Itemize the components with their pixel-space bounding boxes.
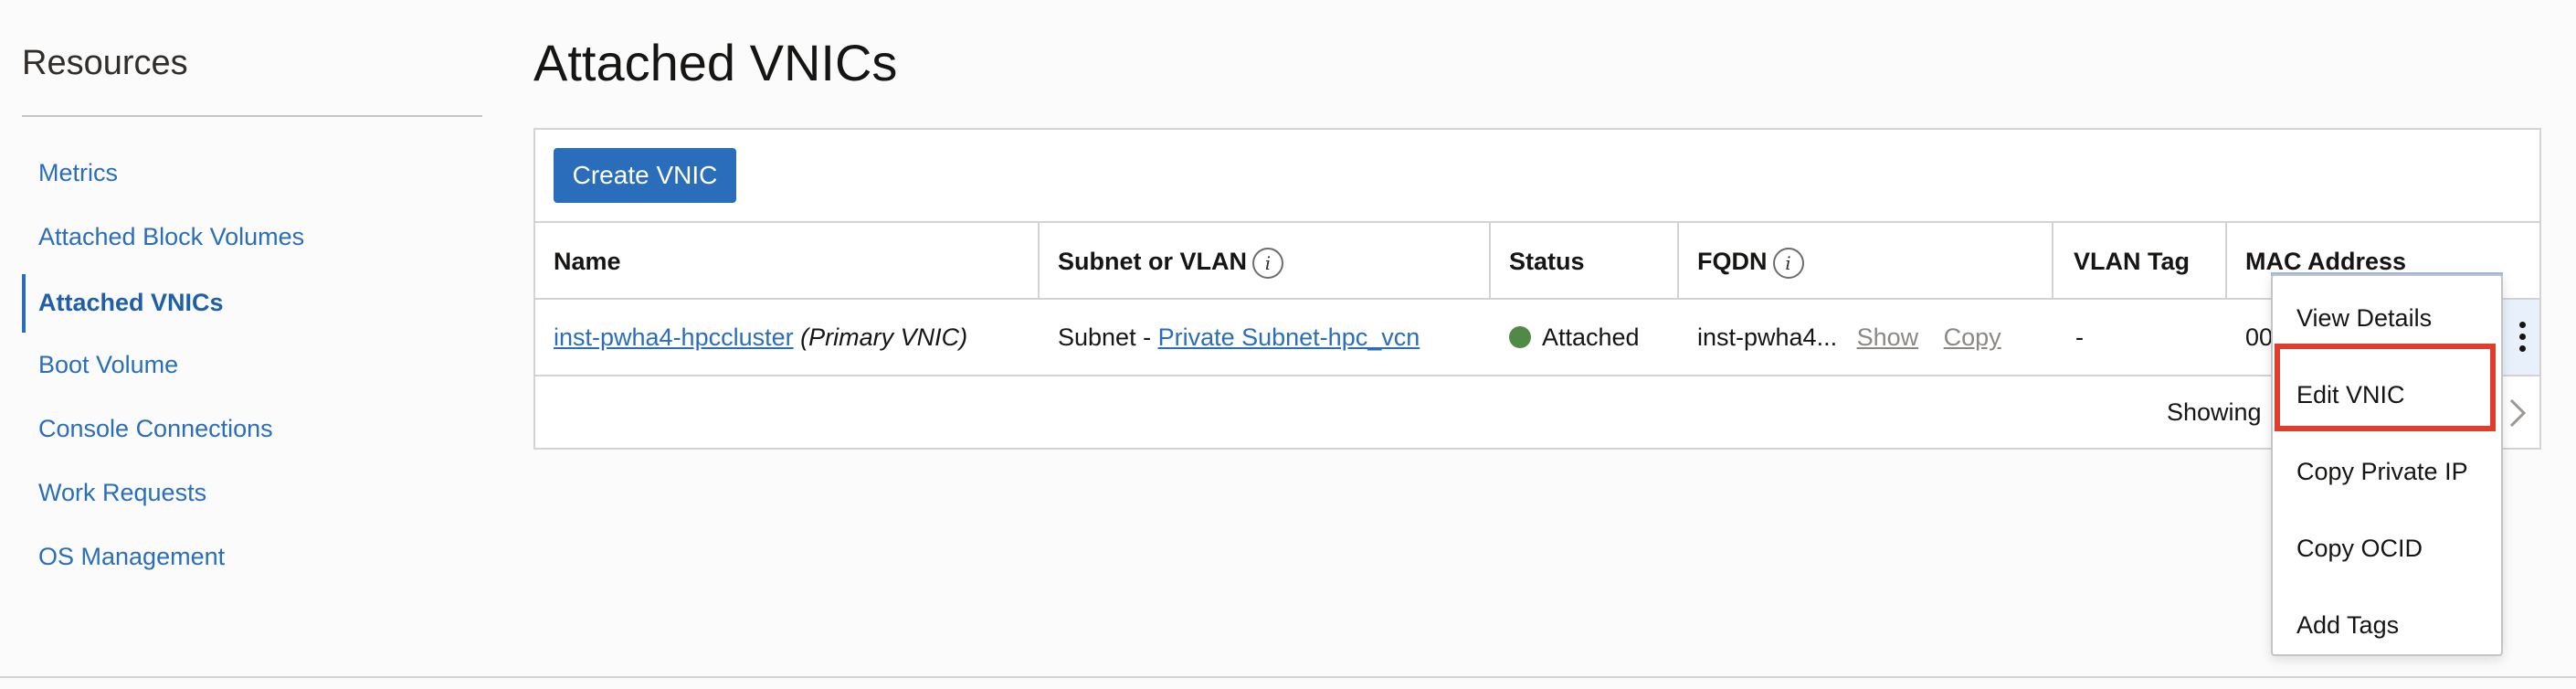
resources-sidebar: Resources Metrics Attached Block Volumes… xyxy=(22,0,482,676)
menu-item-copy-private-ip[interactable]: Copy Private IP xyxy=(2273,433,2501,510)
bottom-divider xyxy=(0,676,2576,678)
vnic-table-panel: Create VNIC Name Subnet or VLAN i Status … xyxy=(533,128,2541,450)
column-divider xyxy=(1677,223,1679,300)
menu-item-view-details[interactable]: View Details xyxy=(2273,280,2501,356)
row-actions-menu: View Details Edit VNIC Copy Private IP C… xyxy=(2271,274,2503,656)
cell-fqdn: inst-pwha4... Show Copy xyxy=(1697,300,2001,375)
active-indicator xyxy=(22,274,26,333)
fqdn-value: inst-pwha4... xyxy=(1697,323,1838,351)
sidebar-item-console-connections[interactable]: Console Connections xyxy=(38,415,273,443)
cell-subnet: Subnet - Private Subnet-hpc_vcn xyxy=(1058,300,1420,375)
menu-item-copy-ocid[interactable]: Copy OCID xyxy=(2273,510,2501,587)
fqdn-copy-link[interactable]: Copy xyxy=(1944,323,2001,351)
resources-title: Resources xyxy=(22,44,188,82)
vnic-name-link[interactable]: inst-pwha4-hpccluster xyxy=(554,323,794,351)
table-header: Name Subnet or VLAN i Status FQDN i VLAN T… xyxy=(535,221,2539,300)
divider xyxy=(22,115,482,117)
sidebar-item-os-management[interactable]: OS Management xyxy=(38,543,225,571)
sidebar-item-attached-block-volumes[interactable]: Attached Block Volumes xyxy=(38,223,304,251)
primary-vnic-label: (Primary VNIC) xyxy=(800,323,968,351)
column-divider xyxy=(1038,223,1040,300)
pagination-text: Showing xyxy=(2167,398,2262,426)
column-fqdn-label: FQDN xyxy=(1697,248,1768,275)
fqdn-show-link[interactable]: Show xyxy=(1857,323,1919,351)
sidebar-item-attached-vnics[interactable]: Attached VNICs xyxy=(38,289,224,317)
cell-status: Attached xyxy=(1509,300,1640,375)
column-subnet-label: Subnet or VLAN xyxy=(1058,248,1247,275)
column-vlan-tag-label: VLAN Tag xyxy=(2074,248,2190,275)
status-text: Attached xyxy=(1542,323,1640,351)
column-header-name: Name xyxy=(554,223,621,300)
column-divider xyxy=(2052,223,2053,300)
sidebar-item-boot-volume[interactable]: Boot Volume xyxy=(38,351,178,379)
column-status-label: Status xyxy=(1509,248,1585,275)
column-header-subnet: Subnet or VLAN i xyxy=(1058,223,1283,300)
chevron-right-icon[interactable] xyxy=(2508,398,2527,428)
sidebar-item-metrics[interactable]: Metrics xyxy=(38,159,118,187)
page-title: Attached VNICs xyxy=(533,34,898,91)
column-header-fqdn: FQDN i xyxy=(1697,223,1804,300)
cell-vlan-tag: - xyxy=(2075,323,2084,351)
menu-item-add-tags[interactable]: Add Tags xyxy=(2273,587,2501,663)
info-icon[interactable]: i xyxy=(1252,247,1283,279)
menu-item-edit-vnic[interactable]: Edit VNIC xyxy=(2273,356,2501,433)
column-divider xyxy=(2225,223,2227,300)
column-header-vlan-tag: VLAN Tag xyxy=(2074,223,2190,300)
column-divider xyxy=(1489,223,1491,300)
cell-mac-address: 00 xyxy=(2245,323,2274,351)
column-mac-label: MAC Address xyxy=(2245,248,2407,275)
status-dot-icon xyxy=(1509,325,1531,348)
table-footer: Showing xyxy=(535,376,2539,448)
table-row: inst-pwha4-hpccluster (Primary VNIC) Sub… xyxy=(535,300,2539,376)
column-header-status: Status xyxy=(1509,223,1585,300)
column-name-label: Name xyxy=(554,248,621,275)
info-icon[interactable]: i xyxy=(1772,247,1804,279)
sidebar-item-work-requests[interactable]: Work Requests xyxy=(38,479,206,507)
create-vnic-button[interactable]: Create VNIC xyxy=(554,148,736,203)
cell-name: inst-pwha4-hpccluster (Primary VNIC) xyxy=(554,300,967,375)
kebab-menu-icon[interactable] xyxy=(2519,322,2527,353)
subnet-link[interactable]: Private Subnet-hpc_vcn xyxy=(1158,323,1420,351)
subnet-prefix: Subnet - xyxy=(1058,323,1158,351)
